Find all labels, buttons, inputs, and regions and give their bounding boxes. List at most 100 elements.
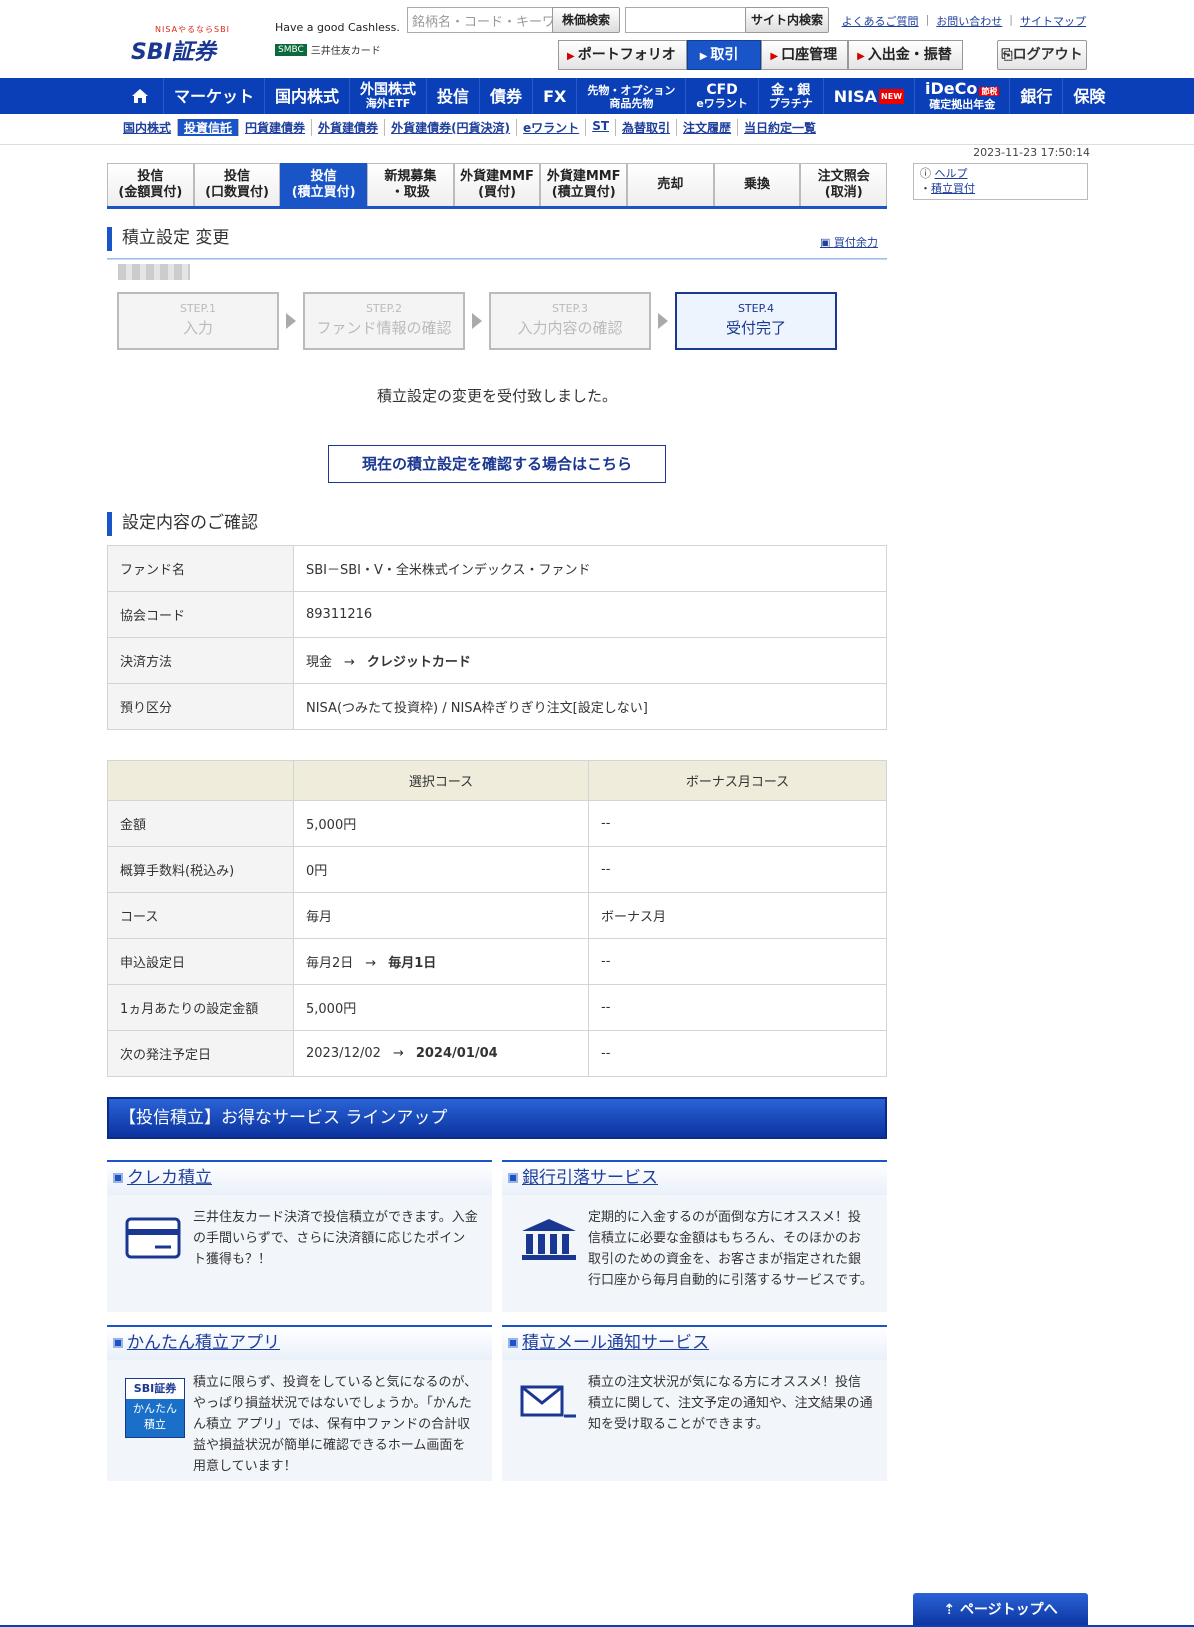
divider (0, 144, 1194, 145)
subnav-foreign-bond[interactable]: 外貨建債券 (312, 119, 386, 136)
site-search-input[interactable] (625, 7, 747, 33)
help-icon: ⓘ (920, 167, 935, 180)
tab-amount-buy[interactable]: 投信 (金額買付) (107, 163, 194, 206)
table-row: 次の発注予定日 2023/12/02 → 2024/01/04 -- (107, 1030, 887, 1077)
account-name-blurred (118, 264, 190, 280)
cashless-slogan: Have a good Cashless. (275, 21, 400, 34)
card-mail-notice: 積立メール通知サービス 積立の注文状況が気になる方にオススメ！投信積立に関して、… (502, 1325, 887, 1481)
card-text: 積立の注文状況が気になる方にオススメ！投信積立に関して、注文予定の通知や、注文結… (588, 1375, 873, 1432)
tab-unit-buy[interactable]: 投信 (口数買付) (193, 163, 281, 206)
deposit-type: NISA(つみたて投資枠) / NISA枠ぎりぎり注文[設定しない] (293, 683, 887, 730)
confirm-current-setting-button[interactable]: 現在の積立設定を確認する場合はこちら (328, 445, 666, 483)
tab-tsumitate-buy[interactable]: 投信 (積立買付) (280, 163, 368, 206)
title-underline (107, 258, 887, 260)
subnav-fx-trade[interactable]: 為替取引 (616, 119, 678, 136)
easy-app-link[interactable]: かんたん積立アプリ (127, 1333, 280, 1353)
tab-sell[interactable]: 売却 (627, 163, 714, 206)
nav-toushin[interactable]: 投信 (427, 78, 481, 114)
logout-button[interactable]: ⎘ログアウト (997, 40, 1087, 70)
bank-debit-link[interactable]: 銀行引落サービス (522, 1168, 658, 1188)
site-search-button[interactable]: サイト内検索 (745, 7, 829, 33)
help-link[interactable]: ヘルプ (935, 167, 968, 180)
triangle-right-icon: ▶ (857, 51, 865, 62)
nav-futures[interactable]: 先物・オプション 商品先物 (577, 78, 687, 114)
tab-portfolio[interactable]: ▶ ポートフォリオ (558, 40, 687, 70)
subnav-domestic-stock[interactable]: 国内株式 (117, 119, 179, 136)
window-icon: ▣ (820, 236, 834, 249)
sitemap-link[interactable]: サイトマップ (1020, 13, 1086, 29)
tab-new-offering[interactable]: 新規募集 ・取扱 (367, 163, 454, 206)
faq-link[interactable]: よくあるご質問 (842, 13, 919, 29)
bullet-icon (508, 1338, 518, 1348)
nav-nisa[interactable]: NISA NEW (824, 78, 916, 114)
page-title: 積立設定 変更 (107, 227, 229, 251)
card-text: 定期的に入金するのが面倒な方にオススメ！投信積立に必要な金額はもちろん、そのほか… (588, 1210, 873, 1288)
table-row: 1ヵ月あたりの設定金額 5,000円 -- (107, 984, 887, 1031)
sbi-logo[interactable]: NISAやるならSBI SBI証券 (131, 25, 235, 65)
logo-text: SBI証券 (131, 40, 216, 65)
tab-order-inquiry[interactable]: 注文照会 (取消) (800, 163, 888, 206)
subnav-today-execution[interactable]: 当日約定一覧 (738, 119, 822, 136)
tab-mmf-buy[interactable]: 外貨建MMF (買付) (453, 163, 541, 206)
home-icon (132, 89, 148, 103)
bullet-icon (508, 1173, 518, 1183)
stock-search-input[interactable]: 銘柄名・コード・キーワ (407, 7, 557, 33)
triangle-right-icon: ▶ (699, 51, 708, 62)
stock-search-button[interactable]: 株価検索 (552, 7, 620, 33)
table-row: 金額 5,000円 -- (107, 800, 887, 847)
card-text: 三井住友カード決済で投信積立ができます。入金の手間いらずで、さらに決済額に応じた… (193, 1210, 478, 1267)
help-box: ⓘ ヘルプ ・積立買付 (913, 163, 1088, 200)
table-row: 決済方法 現金 → クレジットカード (107, 637, 887, 684)
card-text: 積立に限らず、投資をしていると気になるのが、やっぱり損益状況ではないでしょうか。… (193, 1375, 478, 1474)
nav-foreign-stock[interactable]: 外国株式 海外ETF (350, 78, 428, 114)
step-1: STEP.1 入力 (117, 292, 279, 350)
subnav-order-history[interactable]: 注文履歴 (677, 119, 739, 136)
nav-domestic-stock[interactable]: 国内株式 (265, 78, 351, 114)
bank-icon (522, 1219, 576, 1260)
table-row: 協会コード 89311216 (107, 591, 887, 638)
subnav-foreign-bond-yen[interactable]: 外貨建債券(円貨決済) (385, 119, 518, 136)
bullet-icon (113, 1173, 123, 1183)
new-badge: NEW (879, 88, 905, 104)
tab-mmf-tsumitate[interactable]: 外貨建MMF (積立買付) (540, 163, 628, 206)
timestamp: 2023-11-23 17:50:14 (973, 146, 1090, 159)
page-top-button[interactable]: ⇡ ページトップへ (913, 1593, 1088, 1627)
tsumitate-help-link[interactable]: 積立買付 (931, 182, 975, 195)
subnav-ewarrant[interactable]: eワラント (517, 119, 587, 136)
table-row: ファンド名 SBI－SBI・V・全米株式インデックス・ファンド (107, 545, 887, 592)
home-link[interactable] (117, 78, 164, 114)
step-arrow-icon (658, 313, 668, 329)
subnav-st[interactable]: ST (586, 119, 617, 136)
table-row: コース 毎月 ボーナス月 (107, 892, 887, 939)
tab-torihiki[interactable]: ▶ 取引 (686, 40, 762, 70)
header: NISAやるならSBI SBI証券 Have a good Cashless. … (0, 0, 1194, 78)
nav-market[interactable]: マーケット (164, 78, 266, 114)
credit-card-icon (125, 1217, 181, 1259)
credit-tsumitate-link[interactable]: クレカ積立 (127, 1168, 212, 1188)
main-tabs: ▶ ポートフォリオ ▶ 取引 ▶ 口座管理 ▶ 入出金・振替 (558, 40, 963, 70)
table-row: 預り区分 NISA(つみたて投資枠) / NISA枠ぎりぎり注文[設定しない] (107, 683, 887, 730)
subnav-yen-bond[interactable]: 円貨建債券 (239, 119, 313, 136)
step-arrow-icon (286, 313, 296, 329)
nav-fx[interactable]: FX (533, 78, 578, 114)
buying-power-link[interactable]: ▣ 買付余力 (820, 234, 878, 250)
mail-icon (520, 1385, 576, 1418)
subnav-toushin[interactable]: 投資信託 (178, 119, 240, 136)
nav-bond[interactable]: 債券 (480, 78, 534, 114)
mail-notice-link[interactable]: 積立メール通知サービス (522, 1333, 709, 1353)
section-title: 設定内容のご確認 (107, 512, 258, 536)
sub-nav: 国内株式 投資信託 円貨建債券 外貨建債券 外貨建債券(円貨決済) eワラント … (117, 119, 822, 136)
tab-switch[interactable]: 乗換 (713, 163, 801, 206)
smbc-mark: SMBC (275, 43, 307, 56)
nav-bank[interactable]: 銀行 (1010, 78, 1064, 114)
nav-insurance[interactable]: 保険 (1063, 78, 1115, 114)
tab-deposit[interactable]: ▶ 入出金・振替 (848, 40, 963, 70)
course-table: 選択コース ボーナス月コース 金額 5,000円 -- 概算手数料(税込み) 0円 -- … (107, 760, 887, 1077)
contact-link[interactable]: お問い合わせ (936, 13, 1002, 29)
tab-account[interactable]: ▶ 口座管理 (761, 40, 849, 70)
nav-cfd[interactable]: CFD eワラント (686, 78, 759, 114)
toushin-tabs: 投信 (金額買付) 投信 (口数買付) 投信 (積立買付) 新規募集 ・取扱 外… (107, 163, 888, 209)
nav-ideco[interactable]: iDeCo 節税 確定拠出年金 (915, 78, 1011, 114)
nav-gold[interactable]: 金・銀 プラチナ (759, 78, 824, 114)
smbc-card-logo[interactable]: SMBC 三井住友カード (275, 42, 381, 57)
